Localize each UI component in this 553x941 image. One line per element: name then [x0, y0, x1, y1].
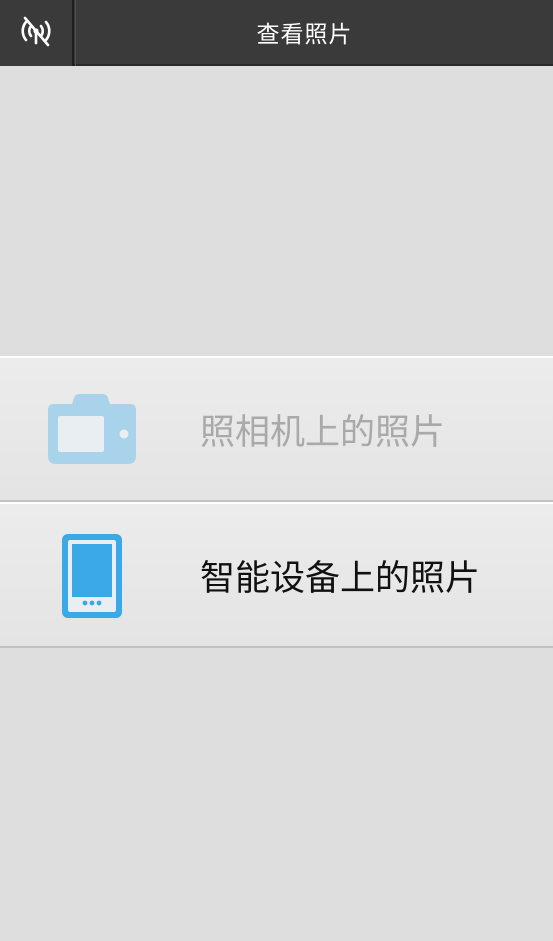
top-bar: 查看照片 — [0, 0, 553, 66]
smart-device-photos-item[interactable]: 智能设备上的照片 — [0, 502, 553, 648]
camera-icon — [46, 388, 138, 472]
smartphone-icon — [46, 534, 138, 618]
wireless-off-icon — [18, 13, 54, 53]
camera-photos-label: 照相机上的照片 — [200, 412, 446, 453]
connection-button[interactable] — [0, 0, 76, 66]
app-screen: 查看照片 照相机上的照片 智能设备上的照片 — [0, 0, 553, 941]
smart-device-photos-label: 智能设备上的照片 — [200, 558, 481, 599]
camera-photos-item[interactable]: 照相机上的照片 — [0, 356, 553, 502]
page-title: 查看照片 — [256, 22, 353, 48]
photo-source-menu: 照相机上的照片 智能设备上的照片 — [0, 356, 553, 648]
